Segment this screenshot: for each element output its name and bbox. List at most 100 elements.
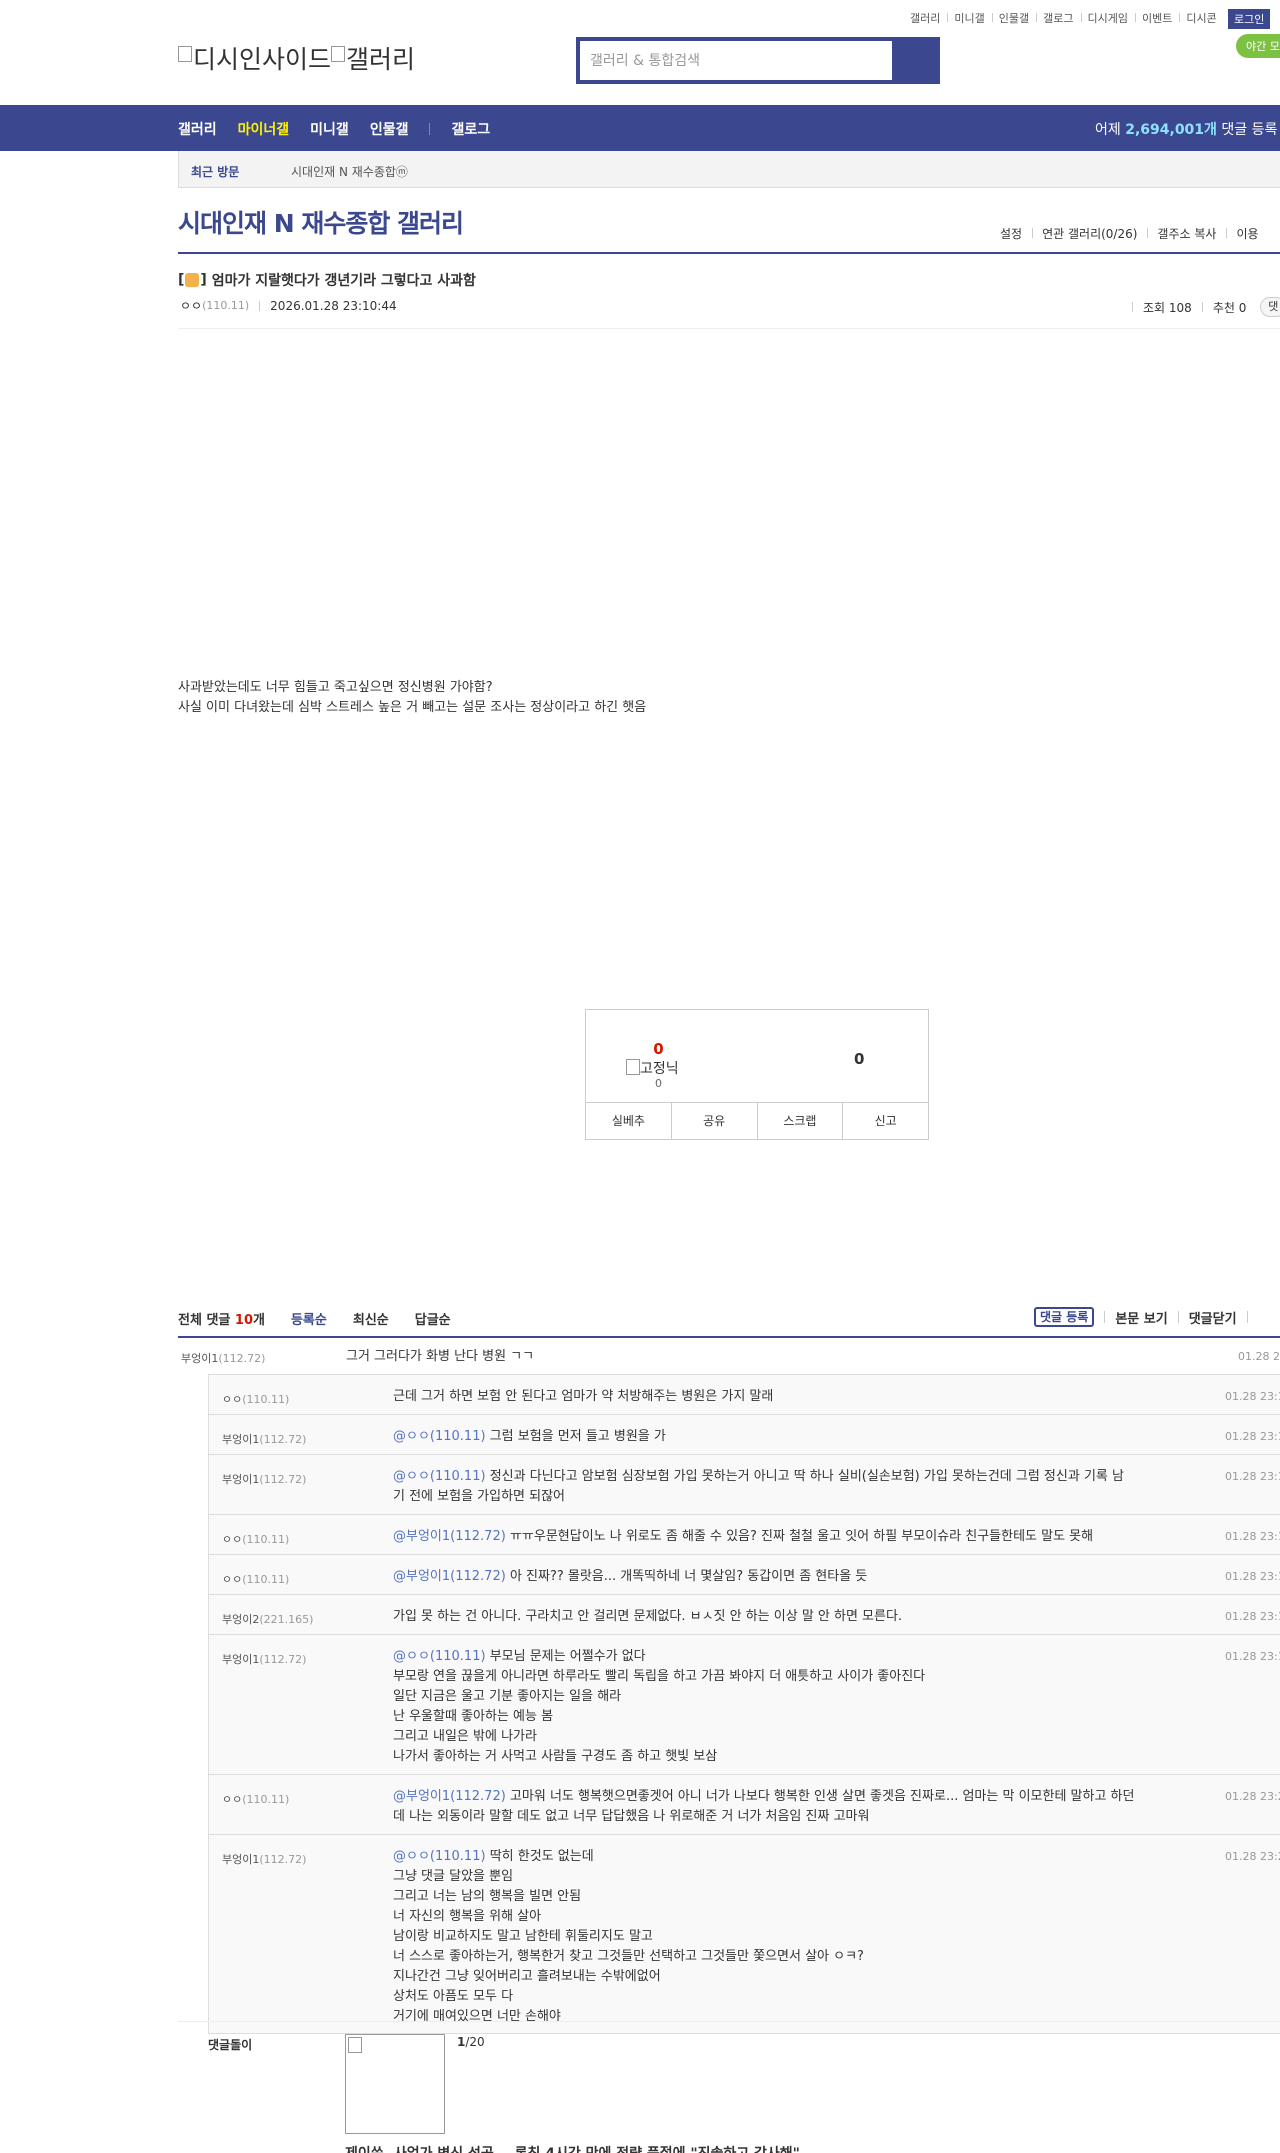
reply-text-line: 거기에 매여있으면 너만 손해야 xyxy=(393,2007,864,2027)
usage-link[interactable]: 이용 xyxy=(1226,225,1268,242)
reply-line-text: 그리고 너는 남의 행복을 빌면 안됨 xyxy=(393,1889,582,1904)
post-stats: 조회 108 추천 0 댓 xyxy=(1122,297,1280,317)
share-button[interactable]: 공유 xyxy=(670,1103,757,1139)
reply-text-line: 지나간건 그냥 잊어버리고 흘려보내는 수밖에없어 xyxy=(393,1967,864,1987)
top-link[interactable]: 미니갤 xyxy=(947,10,991,26)
sort-replies[interactable]: 답글순 xyxy=(415,1309,451,1328)
dolli-news-headline[interactable]: 제이쓴, 사업가 변신 성공... 론칭 4시간 만에 전량 품절에 "진솔하고… xyxy=(345,2143,800,2153)
scrap-button[interactable]: 스크랩 xyxy=(756,1103,843,1139)
reply-nick-ip: (112.72) xyxy=(259,1433,307,1446)
view-body-button[interactable]: 본문 보기 xyxy=(1115,1308,1167,1327)
reply-mention[interactable]: @ㅇㅇ(110.11) xyxy=(393,1849,486,1864)
reply-row: ㅇㅇ(110.11) 근데 그거 하면 보험 안 된다고 엄마가 약 처방해주는 … xyxy=(209,1375,1280,1415)
comment-total: 전체 댓글 10개 xyxy=(178,1309,265,1328)
dolli-image[interactable] xyxy=(345,2034,445,2134)
post-meta: ㅇㅇ (110.11) 2026.01.28 23:10:44 xyxy=(180,297,397,314)
logo-section: 갤러리 xyxy=(346,45,416,74)
nav-person-gallery[interactable]: 인물갤 xyxy=(370,119,409,139)
recent-title: 최근 방문 xyxy=(191,165,240,179)
logo-site: 디시인사이드 xyxy=(193,45,332,74)
comment-nick[interactable]: 부엉이1(112.72) xyxy=(181,1350,265,1366)
post-datetime: 2026.01.28 23:10:44 xyxy=(270,298,397,313)
reply-line-text: 정신과 다닌다고 암보험 심장보험 가입 못하는거 아니고 딱 하나 실비(실손… xyxy=(489,1469,1124,1484)
reply-text-line: @부엉이1(112.72) 고마워 너도 행복햇으면좋겟어 아니 너가 나보다 … xyxy=(393,1787,1134,1807)
top-link[interactable]: 디시콘 xyxy=(1179,10,1223,26)
nav-minor-gallery[interactable]: 마이너갤 xyxy=(238,119,290,139)
post-author[interactable]: ㅇㅇ xyxy=(180,297,202,314)
post-body-line: 사과받았는데도 너무 힘들고 죽고싶으면 정신병원 가야함? xyxy=(178,680,493,695)
reply-mention[interactable]: @부엉이1(112.72) xyxy=(393,1789,506,1804)
reply-text-line: 너 스스로 좋아하는거, 행복한거 찾고 그것들만 선택하고 그것들만 쫓으면서… xyxy=(393,1947,864,1967)
reply-row: 부엉이2(221.165) 가입 못 하는 건 아니다. 구라치고 안 걸리면 문… xyxy=(209,1595,1280,1635)
top-link[interactable]: 갤러리 xyxy=(903,10,947,26)
reply-text: @ㅇㅇ(110.11) 부모님 문제는 어쩔수가 없다 부모랑 연을 끊을게 아니… xyxy=(393,1647,925,1767)
reply-text: @ㅇㅇ(110.11) 딱히 한것도 없는데 그냥 댓글 달았을 뿐임 그리고 너는… xyxy=(393,1847,864,2027)
reply-nick[interactable]: ㅇㅇ(110.11) xyxy=(222,1791,289,1807)
search-button[interactable] xyxy=(892,41,936,80)
report-button[interactable]: 신고 xyxy=(842,1103,928,1139)
nav-mini-gallery[interactable]: 미니갤 xyxy=(310,119,349,139)
reply-nick[interactable]: ㅇㅇ(110.11) xyxy=(222,1391,289,1407)
sort-registered[interactable]: 등록순 xyxy=(291,1309,327,1328)
nav-gallog[interactable]: 갤로그 xyxy=(451,119,490,139)
reply-text-line: 데 나는 외동이라 말할 데도 없고 너무 답답했음 나 위로해준 거 너가 처… xyxy=(393,1807,1134,1827)
top-link[interactable]: 인물갤 xyxy=(991,10,1036,26)
reply-mention[interactable]: @부엉이1(112.72) xyxy=(393,1569,506,1584)
nav-gallery[interactable]: 갤러리 xyxy=(178,119,217,139)
reply-row: 부엉이1(112.72) @ㅇㅇ(110.11) 정신과 다닌다고 암보험 심장보… xyxy=(209,1455,1280,1515)
reply-nick[interactable]: 부엉이1(112.72) xyxy=(222,1471,306,1487)
reply-nick-ip: (221.165) xyxy=(259,1613,314,1626)
gallery-title[interactable]: 시대인재 N 재수종합 갤러리 xyxy=(178,204,464,240)
reply-line-text: 지나간건 그냥 잊어버리고 흘려보내는 수밖에없어 xyxy=(393,1969,661,1984)
sort-latest[interactable]: 최신순 xyxy=(353,1309,389,1328)
reply-mention[interactable]: @ㅇㅇ(110.11) xyxy=(393,1469,486,1484)
top-link[interactable]: 이벤트 xyxy=(1134,10,1179,26)
yesterday-suffix: 댓글 등록 xyxy=(1221,122,1278,138)
reply-text-line: 난 우울할때 좋아하는 예능 봄 xyxy=(393,1707,925,1727)
top-link[interactable]: 디시게임 xyxy=(1080,10,1135,26)
reply-row: 부엉이1(112.72) @ㅇㅇ(110.11) 그럼 보험을 먼저 들고 병원을… xyxy=(209,1415,1280,1455)
night-mode-button[interactable]: 야간 모 xyxy=(1236,34,1280,58)
close-comments-button[interactable]: 댓글닫기 xyxy=(1189,1308,1237,1327)
reply-nick[interactable]: 부엉이1(112.72) xyxy=(222,1851,306,1867)
reply-mention[interactable]: @ㅇㅇ(110.11) xyxy=(393,1649,486,1664)
copy-address-link[interactable]: 갤주소 복사 xyxy=(1147,225,1226,242)
reply-text-line: @부엉이1(112.72) 아 진짜?? 몰랏음... 개똑띡하네 너 몇살임?… xyxy=(393,1567,867,1587)
reply-line-text: 가입 못 하는 건 아니다. 구라치고 안 걸리면 문제없다. ㅂㅅ짓 안 하는… xyxy=(393,1609,903,1624)
comment-total-count: 10 xyxy=(234,1313,253,1328)
reply-text-line: @부엉이1(112.72) ㅠㅠ우문현답이노 나 위로도 좀 해줄 수 있음? … xyxy=(393,1527,1093,1547)
login-button[interactable]: 로그인 xyxy=(1228,9,1271,29)
fixed-nick-count: 0 xyxy=(655,1077,662,1090)
reply-date: 01.28 23:1 xyxy=(1225,1430,1280,1443)
reply-mention[interactable]: @ㅇㅇ(110.11) xyxy=(393,1429,486,1444)
comment-register-button[interactable]: 댓글 등록 xyxy=(1034,1307,1095,1327)
search-input[interactable] xyxy=(580,41,892,80)
logo[interactable]: 디시인사이드 갤러리 xyxy=(178,40,415,76)
comment-total-prefix: 전체 댓글 xyxy=(178,1313,231,1328)
recent-item[interactable]: 시대인재 N 재수종합ⓜ xyxy=(291,163,408,180)
reply-row: ㅇㅇ(110.11) @부엉이1(112.72) ㅠㅠ우문현답이노 나 위로도 좀… xyxy=(209,1515,1280,1555)
reply-line-text: ㅠㅠ우문현답이노 나 위로도 좀 해줄 수 있음? 진짜 철철 울고 잇어 하필… xyxy=(509,1529,1094,1544)
reply-line-text: 기 전에 보험을 가입하면 되잖어 xyxy=(393,1489,566,1504)
reply-nick[interactable]: 부엉이2(221.165) xyxy=(222,1611,313,1627)
recommend-down-count[interactable]: 0 xyxy=(854,1050,864,1068)
post-prefix-open: [ xyxy=(178,272,185,288)
reply-nick[interactable]: 부엉이1(112.72) xyxy=(222,1651,306,1667)
reply-nick-ip: (112.72) xyxy=(259,1653,307,1666)
recommend-up[interactable]: 0 xyxy=(586,1040,731,1058)
dolli-pagination: 1/20 xyxy=(457,2035,485,2049)
reply-row: 부엉이1(112.72) @ㅇㅇ(110.11) 딱히 한것도 없는데 그냥 댓글 … xyxy=(209,1835,1280,2035)
reply-nick-ip: (110.11) xyxy=(242,1793,290,1806)
reply-mention[interactable]: @부엉이1(112.72) xyxy=(393,1529,506,1544)
settings-link[interactable]: 설정 xyxy=(990,225,1032,242)
broken-image-icon xyxy=(626,1059,640,1075)
reply-text-line: 나가서 좋아하는 거 사먹고 사람들 구경도 좀 하고 햇빛 보삼 xyxy=(393,1747,925,1767)
related-gallery-link[interactable]: 연관 갤러리(0/26) xyxy=(1032,225,1147,242)
reply-nick[interactable]: ㅇㅇ(110.11) xyxy=(222,1571,289,1587)
best-recommend-button[interactable]: 실베추 xyxy=(586,1103,671,1139)
reply-nick[interactable]: 부엉이1(112.72) xyxy=(222,1431,306,1447)
comment-jump-button[interactable]: 댓 xyxy=(1260,297,1280,317)
reply-text: 근데 그거 하면 보험 안 된다고 엄마가 약 처방해주는 병원은 가지 말래 xyxy=(393,1387,773,1407)
reply-nick[interactable]: ㅇㅇ(110.11) xyxy=(222,1531,289,1547)
top-link[interactable]: 갤로그 xyxy=(1036,10,1080,26)
